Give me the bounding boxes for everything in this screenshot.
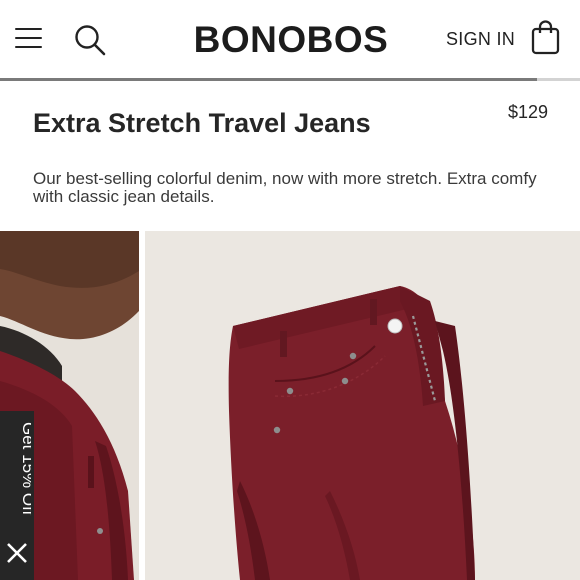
product-photo-flatlay[interactable]: [145, 231, 580, 580]
product-description: Our best-selling colorful denim, now wit…: [33, 169, 537, 206]
brand-logo[interactable]: BONOBOS: [186, 18, 396, 62]
site-header: BONOBOS SIGN IN: [0, 0, 580, 78]
close-icon[interactable]: [4, 540, 30, 566]
product-title: Extra Stretch Travel Jeans: [33, 108, 371, 138]
shopping-bag-icon[interactable]: [530, 20, 562, 56]
product-price: $129: [507, 102, 548, 122]
progress-bar: [0, 78, 580, 81]
sign-in-link[interactable]: SIGN IN: [446, 29, 515, 49]
hamburger-menu-icon[interactable]: [15, 24, 43, 52]
search-icon[interactable]: [72, 22, 108, 58]
promo-label: Get 15% Off: [19, 422, 31, 516]
product-image-gallery[interactable]: [0, 231, 580, 580]
promo-label-container[interactable]: Get 15% Off: [3, 418, 38, 526]
progress-bar-fill: [0, 78, 537, 81]
